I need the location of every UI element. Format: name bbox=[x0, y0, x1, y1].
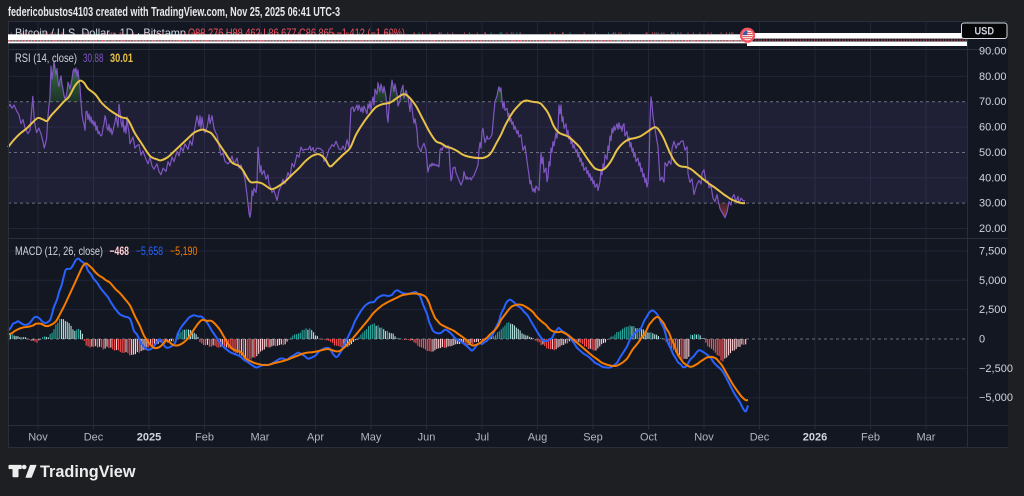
svg-text:Dec: Dec bbox=[84, 432, 104, 444]
svg-text:Oct: Oct bbox=[640, 432, 657, 444]
svg-text:20.00: 20.00 bbox=[979, 223, 1007, 235]
svg-text:Jun: Jun bbox=[418, 432, 436, 444]
svg-text:Dec: Dec bbox=[750, 432, 770, 444]
svg-text:−5,000: −5,000 bbox=[979, 392, 1013, 404]
svg-text:Nov: Nov bbox=[694, 432, 714, 444]
svg-text:40.00: 40.00 bbox=[979, 172, 1007, 184]
svg-text:0: 0 bbox=[979, 334, 985, 346]
svg-text:−2,500: −2,500 bbox=[979, 363, 1013, 375]
svg-text:50.00: 50.00 bbox=[979, 147, 1007, 159]
svg-text:Aug: Aug bbox=[528, 432, 548, 444]
svg-text:80.00: 80.00 bbox=[979, 71, 1007, 83]
svg-text:−5,190: −5,190 bbox=[170, 244, 198, 258]
svg-text:2,500: 2,500 bbox=[979, 304, 1007, 316]
svg-text:60.00: 60.00 bbox=[979, 122, 1007, 134]
svg-text:Feb: Feb bbox=[861, 432, 880, 444]
svg-text:30.01: 30.01 bbox=[110, 51, 133, 65]
svg-text:2026: 2026 bbox=[803, 432, 827, 444]
svg-text:Mar: Mar bbox=[917, 432, 936, 444]
svg-text:−468: −468 bbox=[110, 244, 130, 258]
svg-text:RSI (14, close): RSI (14, close) bbox=[15, 51, 77, 65]
svg-text:Mar: Mar bbox=[251, 432, 270, 444]
svg-text:Feb: Feb bbox=[195, 432, 214, 444]
svg-text:Sep: Sep bbox=[583, 432, 603, 444]
svg-text:2025: 2025 bbox=[137, 432, 161, 444]
svg-text:federicobustos4103 created wit: federicobustos4103 created with TradingV… bbox=[8, 5, 340, 19]
svg-text:MACD (12, 26, close): MACD (12, 26, close) bbox=[15, 244, 103, 258]
svg-text:5,000: 5,000 bbox=[979, 275, 1007, 287]
svg-text:30.88: 30.88 bbox=[83, 51, 104, 65]
svg-text:−5,658: −5,658 bbox=[136, 244, 164, 258]
svg-text:Jul: Jul bbox=[475, 432, 489, 444]
svg-text:Nov: Nov bbox=[28, 432, 48, 444]
svg-text:7,500: 7,500 bbox=[979, 245, 1007, 257]
svg-text:Apr: Apr bbox=[307, 432, 324, 444]
svg-text:70.00: 70.00 bbox=[979, 96, 1007, 108]
svg-text:May: May bbox=[361, 432, 382, 444]
svg-text:TradingView: TradingView bbox=[40, 463, 136, 481]
svg-text:90.00: 90.00 bbox=[979, 46, 1007, 58]
svg-text:USD: USD bbox=[975, 26, 995, 38]
svg-text:30.00: 30.00 bbox=[979, 198, 1007, 210]
